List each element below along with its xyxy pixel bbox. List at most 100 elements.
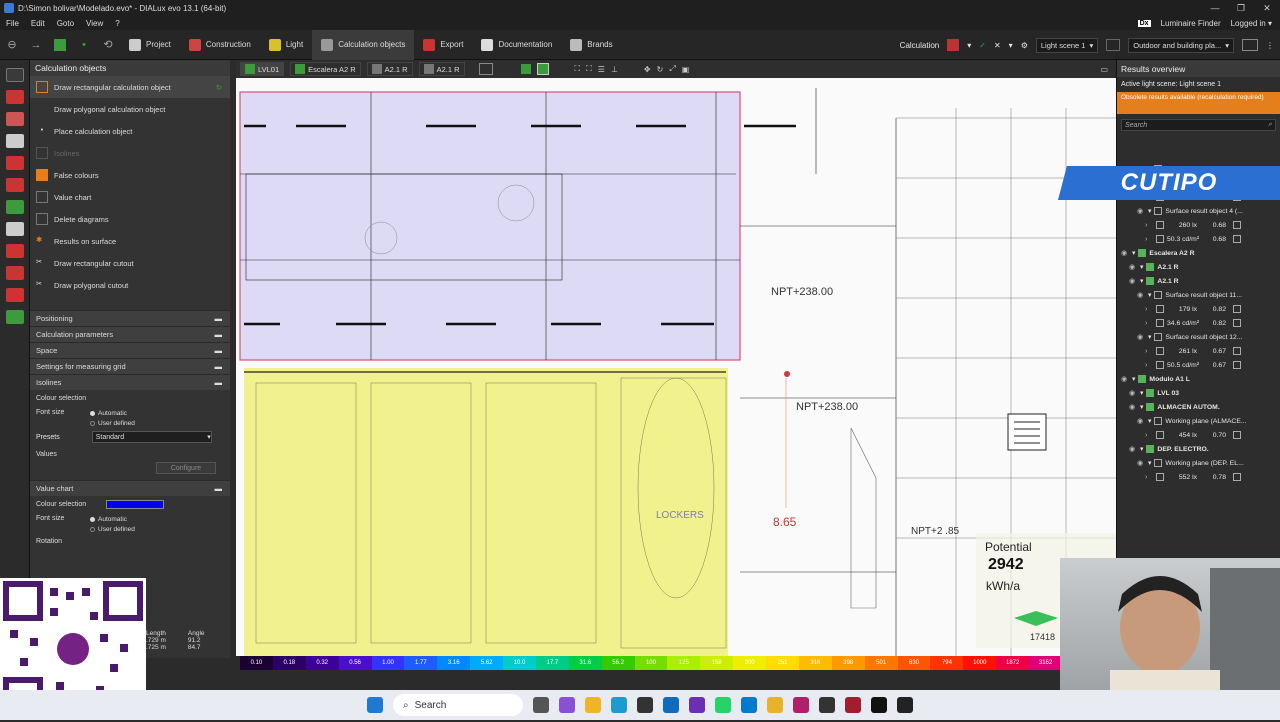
layers-icon[interactable] (1242, 39, 1258, 51)
zoom-window-icon[interactable]: ⛶ (586, 64, 592, 74)
place-calculation-object-button[interactable]: • Place calculation object (30, 120, 230, 142)
github-icon[interactable] (819, 697, 835, 713)
minimize-button[interactable]: — (1202, 0, 1228, 16)
eye-icon[interactable]: ◉ (1137, 459, 1145, 467)
menu-edit[interactable]: Edit (31, 19, 45, 28)
expand-icon[interactable]: › (1145, 348, 1153, 355)
results-search-input[interactable]: Search ⌕ (1121, 119, 1276, 131)
false-colours-button[interactable]: False colours (30, 164, 230, 186)
chevron-down-icon[interactable]: ▾ (1148, 291, 1151, 299)
chevron-down-icon[interactable]: ▾ (1148, 417, 1151, 425)
draw-rectangular-cutout-button[interactable]: ✂ Draw rectangular cutout (30, 252, 230, 274)
eye-icon[interactable]: ◉ (1129, 445, 1137, 453)
column-tool-icon[interactable] (5, 134, 24, 148)
copilot-icon[interactable] (559, 697, 575, 713)
results-on-surface-button[interactable]: ✱ Results on surface (30, 230, 230, 252)
graph-icon[interactable] (1233, 347, 1241, 355)
result-tree-row[interactable]: ◉ ▾ Working plane (DEP. EL... (1117, 456, 1280, 470)
radio-user-defined[interactable]: User defined (30, 418, 230, 428)
move-icon[interactable]: ✥ (644, 65, 651, 74)
chevron-down-icon[interactable]: ▾ (1132, 375, 1135, 383)
result-tree-row[interactable]: › 552 lx 0.78 (1117, 470, 1280, 484)
monitor-icon[interactable]: ▭ (1100, 65, 1108, 74)
eye-icon[interactable]: ◉ (1129, 263, 1137, 271)
tree-tool-icon[interactable] (5, 310, 24, 324)
chevron-down-icon[interactable]: ▾ (1140, 445, 1143, 453)
expand-icon[interactable]: › (1145, 474, 1153, 481)
presets-select[interactable]: Standard ▾ (91, 431, 212, 443)
measure-tool-icon[interactable] (5, 244, 24, 258)
result-tree-row[interactable]: › 179 lx 0.82 (1117, 302, 1280, 316)
menu-file[interactable]: File (6, 19, 19, 28)
configure-button[interactable]: Configure (156, 462, 216, 474)
draw-rectangular-calculation-object-button[interactable]: Draw rectangular calculation object ↻ (30, 76, 230, 98)
eye-icon[interactable]: ◉ (1137, 291, 1145, 299)
view-mode-select[interactable]: Outdoor and building pla... ▾ (1128, 37, 1234, 53)
result-tree-row[interactable]: › 50.5 cd/m² 0.67 (1117, 358, 1280, 372)
room-tool-icon[interactable] (5, 90, 24, 104)
chevron-down-icon[interactable]: ▾ (1132, 249, 1135, 257)
staircase-tool-icon[interactable] (5, 200, 24, 214)
store-icon[interactable] (637, 697, 653, 713)
graph-icon[interactable] (1233, 319, 1241, 327)
close-window-button[interactable]: ✕ (1254, 0, 1280, 16)
back-icon[interactable]: ⊖ (0, 38, 24, 51)
result-tree-row[interactable]: › 261 lx 0.67 (1117, 344, 1280, 358)
settings-gear-icon[interactable]: ⚙ (1021, 41, 1028, 50)
delete-diagrams-button[interactable]: Delete diagrams (30, 208, 230, 230)
undo-icon[interactable]: ⟲ (96, 38, 120, 51)
align-icon[interactable]: ☰ (598, 65, 605, 74)
colour-swatch[interactable] (106, 499, 165, 509)
taskbar-search[interactable]: ⌕ Search (393, 694, 523, 716)
graph-icon[interactable] (1233, 473, 1241, 481)
expand-icon[interactable]: › (1145, 222, 1153, 229)
outlook-icon[interactable] (663, 697, 679, 713)
logged-in-menu[interactable]: Logged in ▾ (1231, 19, 1272, 28)
result-tree-row[interactable]: ◉ ▾ Working plane (ALMACE... (1117, 414, 1280, 428)
graph-icon[interactable] (1233, 221, 1241, 229)
object-tool-icon[interactable] (5, 266, 24, 280)
eye-icon[interactable]: ◉ (1137, 333, 1145, 341)
calculation-start-icon[interactable] (947, 39, 960, 51)
menu-goto[interactable]: Goto (57, 19, 74, 28)
task-view-icon[interactable] (533, 697, 549, 713)
result-tree-row[interactable]: ◉ ▾ Surface result object 4 (... (1117, 204, 1280, 218)
rotate-icon[interactable]: ↻ (657, 65, 664, 74)
view-tab-a21-1[interactable]: A2.1 R (366, 62, 413, 76)
draw-polygonal-calculation-object-button[interactable]: Draw polygonal calculation object (30, 98, 230, 120)
result-tree-row[interactable]: ◉ ▾ ALMACEN AUTOM. (1117, 400, 1280, 414)
expand-icon[interactable]: › (1145, 236, 1153, 243)
more-options-icon[interactable]: ⋮ (1266, 41, 1274, 50)
tab-project[interactable]: Project (120, 30, 180, 60)
scene-toggle-icon[interactable] (1106, 39, 1121, 51)
file-explorer-icon[interactable] (585, 697, 601, 713)
value-chart-button[interactable]: Value chart (30, 186, 230, 208)
view-tab-a21-2[interactable]: A2.1 R (418, 62, 465, 76)
eye-icon[interactable]: ◉ (1121, 249, 1129, 257)
edge-icon[interactable] (611, 697, 627, 713)
whatsapp-icon[interactable] (715, 697, 731, 713)
section-positioning[interactable]: Positioning ▬ (30, 310, 230, 326)
frame-tool-icon[interactable] (5, 288, 24, 302)
save-icon[interactable] (54, 38, 66, 51)
result-tree-row[interactable]: › 50.3 cd/m² 0.68 (1117, 232, 1280, 246)
result-tree-row[interactable]: › 34.6 cd/m² 0.82 (1117, 316, 1280, 330)
calculation-dropdown-icon[interactable]: ▾ (967, 41, 971, 50)
radio-user-defined-2[interactable]: User defined (30, 524, 230, 534)
expand-icon[interactable]: › (1145, 362, 1153, 369)
dialux-icon[interactable] (897, 697, 913, 713)
eye-icon[interactable]: ◉ (1129, 403, 1137, 411)
tab-brands[interactable]: Brands (561, 30, 621, 60)
menu-help[interactable]: ? (115, 19, 119, 28)
window-tool-icon[interactable] (5, 112, 24, 126)
result-tree-row[interactable]: ◉ ▾ A2.1 R (1117, 274, 1280, 288)
tab-documentation[interactable]: Documentation (472, 30, 561, 60)
result-tree-row[interactable]: ◉ ▾ LVL 03 (1117, 386, 1280, 400)
tab-light[interactable]: Light (260, 30, 312, 60)
toggle-3d-icon[interactable] (520, 64, 531, 74)
light-scene-select[interactable]: Light scene 1 ▾ (1035, 37, 1099, 53)
expand-icon[interactable]: › (1145, 320, 1153, 327)
roof-tool-icon[interactable] (5, 178, 24, 192)
maximize-button[interactable]: ❐ (1228, 0, 1254, 16)
section-calculation-parameters[interactable]: Calculation parameters ▬ (30, 326, 230, 342)
